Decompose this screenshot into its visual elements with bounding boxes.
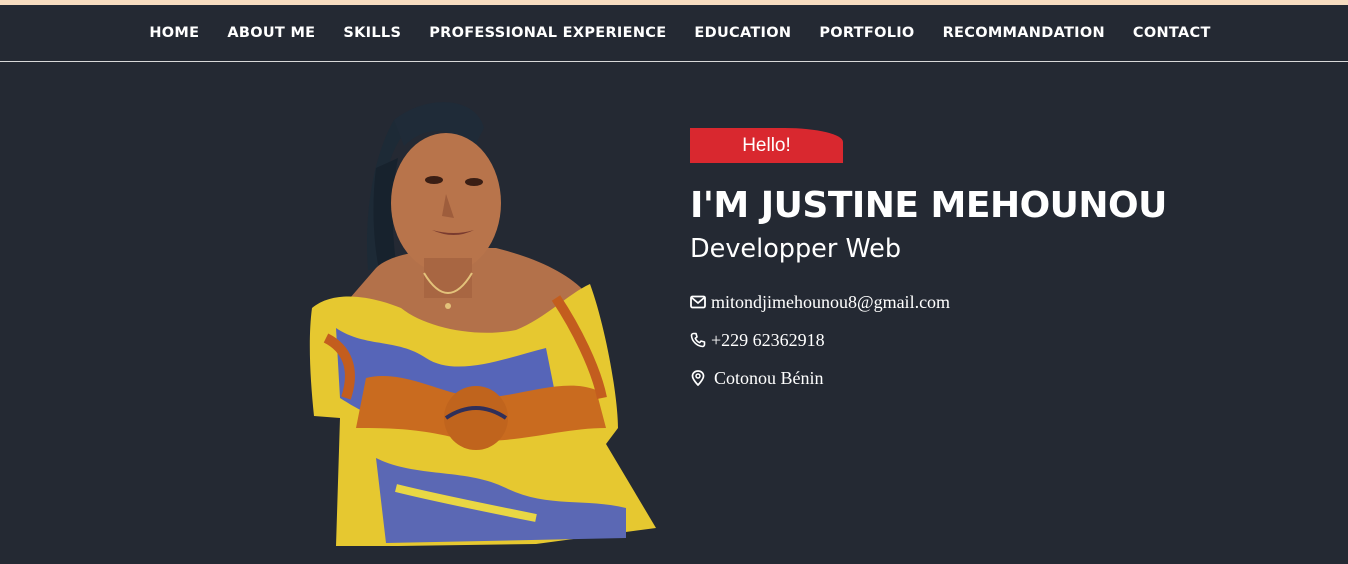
- hero-intro: Hello! I'M JUSTINE MEHOUNOU Developper W…: [690, 128, 1167, 397]
- nav-link-about-me[interactable]: ABOUT ME: [227, 25, 315, 41]
- nav-menu: HOME ABOUT ME SKILLS PROFESSIONAL EXPERI…: [123, 25, 1224, 41]
- profile-photo: [309, 102, 656, 546]
- nav-link-portfolio[interactable]: PORTFOLIO: [819, 25, 914, 41]
- hero-role-subtitle: Developper Web: [690, 234, 902, 264]
- nav-link-skills[interactable]: SKILLS: [343, 25, 401, 41]
- nav-link-professional-experience[interactable]: PROFESSIONAL EXPERIENCE: [429, 25, 666, 41]
- phone-icon: [690, 332, 706, 348]
- hero-name-heading: I'M JUSTINE MEHOUNOU: [690, 185, 1167, 226]
- contact-location-text: Cotonou Bénin: [714, 367, 824, 388]
- contact-email-link[interactable]: mitondjimehounou8@gmail.com: [711, 292, 950, 313]
- map-pin-icon: [690, 370, 706, 386]
- nav-link-recommandation[interactable]: RECOMMANDATION: [943, 25, 1105, 41]
- nav-link-contact[interactable]: CONTACT: [1133, 25, 1211, 41]
- hello-badge: Hello!: [690, 128, 843, 163]
- hello-badge-label: Hello!: [742, 134, 791, 156]
- contact-phone-link[interactable]: +229 62362918: [711, 330, 825, 351]
- contact-location: Cotonou Bénin: [690, 359, 1167, 397]
- contact-phone: +229 62362918: [690, 321, 1167, 359]
- envelope-icon: [690, 294, 706, 310]
- nav-link-education[interactable]: EDUCATION: [694, 25, 791, 41]
- contact-email: mitondjimehounou8@gmail.com: [690, 283, 1167, 321]
- contact-info-list: mitondjimehounou8@gmail.com +229 6236291…: [690, 283, 1167, 397]
- nav-link-home[interactable]: HOME: [149, 25, 199, 41]
- main-navbar: HOME ABOUT ME SKILLS PROFESSIONAL EXPERI…: [0, 5, 1348, 62]
